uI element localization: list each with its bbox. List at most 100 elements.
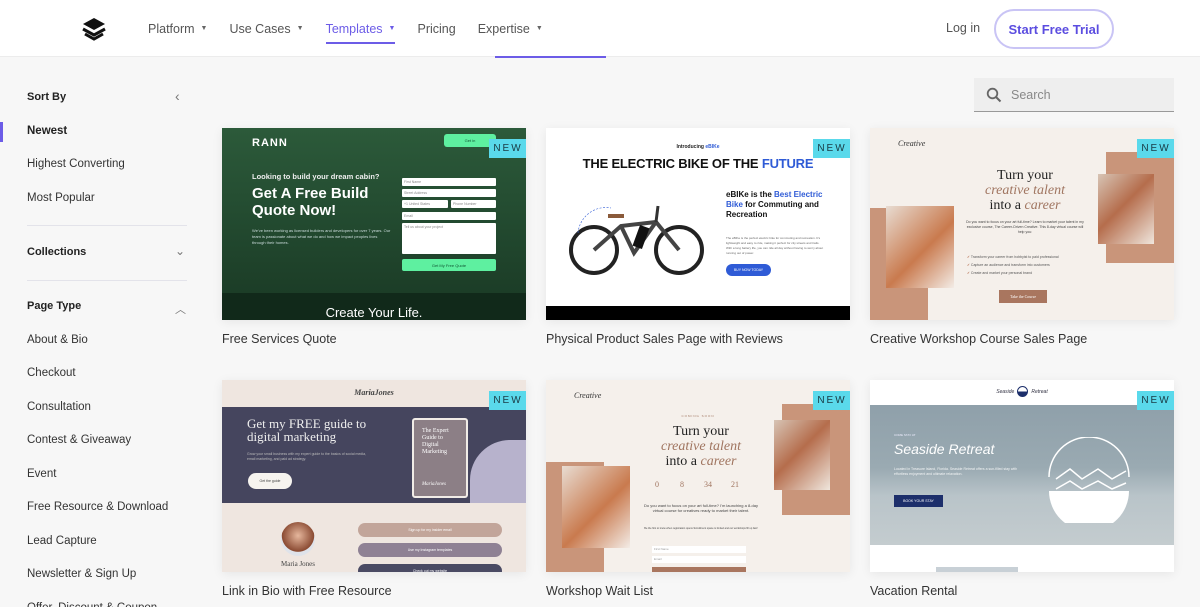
- brand-right: Retreat: [1031, 388, 1048, 395]
- template-title[interactable]: Workshop Wait List: [546, 584, 850, 598]
- page-type-about-bio[interactable]: About & Bio: [27, 334, 88, 346]
- page-type-toggle[interactable]: Page Type: [27, 300, 81, 312]
- nav-platform[interactable]: Platform ▼: [148, 0, 207, 57]
- book-title: The Expert Guide to Digital Marketing: [422, 428, 449, 455]
- preview-cta: BUY NOW TODAY: [726, 264, 771, 276]
- preview-book: The Expert Guide to Digital Marketing Mar…: [412, 418, 468, 498]
- caret-down-icon: ▼: [200, 25, 208, 32]
- search-box[interactable]: [974, 78, 1174, 112]
- new-badge: NEW: [813, 391, 850, 410]
- preview-body: Located in Treasure Island, Florida. Sea…: [894, 467, 1018, 476]
- preview-check: ✓ Transform your career from hobbyist to…: [967, 255, 1059, 259]
- preview-field: First Name: [402, 178, 496, 186]
- template-card-workshop-wait-list[interactable]: Creative COMING SOON Turn your creative t…: [546, 380, 850, 598]
- chevron-up-icon[interactable]: ︿: [175, 301, 186, 317]
- template-title[interactable]: Link in Bio with Free Resource: [222, 584, 526, 598]
- preview-kicker: COMING SOON: [681, 414, 715, 418]
- preview-photo: [774, 420, 830, 490]
- preview-cta: Get the guide: [248, 473, 292, 489]
- preview-headline: Get my FREE guide to digital marketing: [247, 416, 367, 444]
- template-preview[interactable]: Creative COMING SOON Turn your creative t…: [546, 380, 850, 572]
- preview-field: First Name: [652, 546, 746, 553]
- page-type-contest-giveaway[interactable]: Contest & Giveaway: [27, 434, 131, 446]
- caret-down-icon: ▼: [535, 25, 543, 32]
- nav-label: Expertise: [477, 21, 530, 36]
- sort-most-popular[interactable]: Most Popular: [27, 192, 95, 204]
- check-text: Capture an audience and transform into c…: [970, 263, 1050, 267]
- sort-newest[interactable]: Newest: [27, 125, 67, 137]
- main-nav: Platform ▼ Use Cases ▼ Templates ▼ Pricing …: [148, 0, 565, 57]
- countdown-days: 0: [655, 480, 659, 489]
- page-type-free-resource[interactable]: Free Resource & Download: [27, 501, 168, 513]
- countdown-minutes: 34: [704, 480, 712, 489]
- intro-text: Introducing: [676, 144, 704, 150]
- preview-note: Be the first to know when registration o…: [644, 527, 758, 530]
- selected-indicator: [0, 122, 3, 142]
- template-card-free-services-quote[interactable]: RANN Get in Looking to build your dream …: [222, 128, 526, 346]
- preview-cta: BOOK YOUR STAY: [894, 495, 943, 507]
- preview-name: Maria Jones: [280, 560, 316, 568]
- template-preview[interactable]: Seaside Retreat COME STAY AT Seaside Retr…: [870, 380, 1174, 572]
- nav-progress-indicator: [495, 56, 606, 58]
- countdown-seconds: 21: [731, 480, 739, 489]
- page-type-lead-capture[interactable]: Lead Capture: [27, 535, 97, 547]
- page-type-newsletter[interactable]: Newsletter & Sign Up: [27, 568, 136, 580]
- preview-photo: [886, 206, 954, 288]
- caret-down-icon: ▼: [388, 25, 396, 32]
- check-icon: ✓: [967, 263, 970, 267]
- preview-headline: Turn your creative talent into a career: [636, 424, 766, 469]
- stacked-layers-logo[interactable]: [80, 17, 108, 41]
- template-title[interactable]: Creative Workshop Course Sales Page: [870, 332, 1174, 346]
- wave-logo-icon: [1017, 386, 1029, 397]
- check-text: Create and market your personal brand: [970, 271, 1033, 275]
- preview-cta: Get My Free Quote: [402, 259, 496, 271]
- template-title[interactable]: Free Services Quote: [222, 332, 526, 346]
- template-card-link-in-bio[interactable]: MariaJones Get my FREE guide to digital …: [222, 380, 526, 598]
- page-type-checkout[interactable]: Checkout: [27, 367, 76, 379]
- headline-a: Turn your: [673, 424, 729, 439]
- page-type-offer-discount[interactable]: Offer, Discount & Coupon: [27, 602, 157, 607]
- page-type-event[interactable]: Event: [27, 468, 56, 480]
- preview-headline: Seaside Retreat: [894, 441, 995, 457]
- preview-brand: Seaside Retreat: [870, 386, 1174, 397]
- start-free-trial-button[interactable]: Start Free Trial: [994, 9, 1114, 49]
- preview-check: ✓ Capture an audience and transform into…: [967, 263, 1050, 267]
- sort-by-heading: Sort By: [27, 91, 67, 103]
- headline-em: creative talent: [985, 183, 1065, 198]
- preview-photo: [562, 466, 630, 548]
- preview-brand: MariaJones: [354, 388, 394, 397]
- chevron-down-icon[interactable]: ⌄: [175, 244, 185, 258]
- headline-em2: career: [700, 454, 737, 469]
- preview-field: Street Address: [402, 189, 496, 197]
- intro-brand: eBIKe: [705, 144, 720, 150]
- preview-cta: Take the Course: [999, 290, 1047, 303]
- search-input[interactable]: [1011, 87, 1161, 102]
- template-card-vacation-rental[interactable]: Seaside Retreat COME STAY AT Seaside Retr…: [870, 380, 1174, 598]
- nav-label: Templates: [325, 21, 383, 36]
- new-badge: NEW: [1137, 391, 1174, 410]
- preview-subhead: eBIKe is the Best Electric Bike for Comm…: [726, 190, 836, 220]
- preview-headline: Turn your creative talent into a career: [960, 168, 1090, 213]
- sort-highest-converting[interactable]: Highest Converting: [27, 158, 125, 170]
- preview-logo: Creative: [574, 391, 602, 400]
- nav-expertise[interactable]: Expertise ▼: [478, 0, 543, 57]
- new-badge: NEW: [489, 391, 526, 410]
- template-title[interactable]: Vacation Rental: [870, 584, 1174, 598]
- template-preview[interactable]: Introducing eBIKe THE ELECTRIC BIKE OF T…: [546, 128, 850, 320]
- template-preview[interactable]: MariaJones Get my FREE guide to digital …: [222, 380, 526, 572]
- template-preview[interactable]: Creative Turn your creative talent into a …: [870, 128, 1174, 320]
- collections-toggle[interactable]: Collections: [27, 246, 86, 258]
- nav-label: Pricing: [417, 21, 456, 36]
- nav-use-cases[interactable]: Use Cases ▼: [229, 0, 303, 57]
- template-title[interactable]: Physical Product Sales Page with Reviews: [546, 332, 850, 346]
- page-type-consultation[interactable]: Consultation: [27, 401, 91, 413]
- template-preview[interactable]: RANN Get in Looking to build your dream …: [222, 128, 526, 320]
- template-card-physical-product[interactable]: Introducing eBIKe THE ELECTRIC BIKE OF T…: [546, 128, 850, 346]
- nav-templates[interactable]: Templates ▼: [325, 0, 396, 57]
- collapse-sidebar-icon[interactable]: ‹: [175, 88, 180, 104]
- nav-label: Platform: [148, 21, 195, 36]
- nav-pricing[interactable]: Pricing: [417, 0, 455, 57]
- template-card-creative-workshop[interactable]: Creative Turn your creative talent into a …: [870, 128, 1174, 346]
- divider: [27, 225, 187, 226]
- login-link[interactable]: Log in: [946, 21, 980, 35]
